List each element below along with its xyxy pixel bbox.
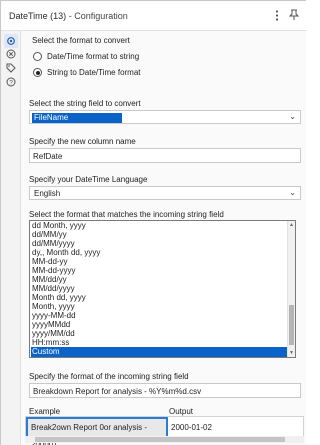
output-value: 2000-01-02 [171, 423, 212, 432]
example-header: Example [29, 407, 61, 416]
new-column-input[interactable]: RefDate [29, 148, 301, 163]
format-list-item-selected[interactable]: Custom [31, 347, 287, 357]
format-listbox[interactable]: dd Month, yyyy dd/MM/yy dd/MM/yyyy dy,, … [29, 220, 296, 358]
scrollbar-thumb[interactable] [289, 305, 294, 345]
scroll-up-arrow-icon[interactable]: ▲ [288, 222, 295, 228]
configuration-panel: Select the format to convert Date/Time f… [21, 31, 306, 445]
string-field-value: FileName [32, 113, 122, 123]
new-column-label: Specify the new column name [29, 137, 136, 146]
title-bar: DateTime (13) - Configuration [1, 1, 307, 31]
language-label: Specify your DateTime Language [29, 175, 148, 184]
settings-gear-icon[interactable] [4, 34, 18, 48]
tag-icon[interactable] [4, 61, 18, 75]
window-title: DateTime (13) - Configuration [9, 11, 128, 21]
radio-button[interactable] [33, 52, 42, 61]
output-header: Output [169, 407, 194, 416]
string-field-label: Select the string field to convert [29, 99, 141, 108]
chevron-down-icon: ⌄ [289, 188, 296, 197]
more-vertical-icon[interactable] [269, 7, 285, 23]
format-list-scrollbar[interactable]: ▲ ▼ [287, 221, 295, 357]
help-icon[interactable]: ? [4, 75, 18, 89]
radio-label: String to Date/Time format [47, 68, 141, 77]
tool-name: DateTime (13) [9, 11, 67, 21]
close-circle-icon[interactable] [4, 47, 18, 61]
window-subtitle: - Configuration [68, 11, 128, 21]
scrollbar-thumb[interactable] [35, 437, 285, 442]
svg-text:?: ? [9, 80, 13, 87]
language-select[interactable]: English ⌄ [29, 186, 301, 200]
custom-format-input[interactable]: Breakdown Report for analysis - %Y%m%d.c… [29, 383, 301, 398]
side-toolbar: ? [1, 31, 21, 445]
custom-format-label: Specify the format of the incoming strin… [29, 372, 189, 381]
custom-format-value: Breakdown Report for analysis - %Y%m%d.c… [33, 387, 202, 396]
radio-button-checked[interactable] [33, 68, 42, 77]
convert-section-label: Select the format to convert [32, 36, 130, 45]
language-value: English [34, 189, 61, 198]
format-list-label: Select the format that matches the incom… [29, 210, 224, 219]
new-column-value: RefDate [33, 152, 63, 161]
string-field-select[interactable]: FileName ⌄ [29, 110, 301, 124]
radio-datetime-to-string[interactable]: Date/Time format to string [33, 52, 139, 61]
chevron-down-icon: ⌄ [289, 112, 296, 121]
example-preview-table: Break2own Report 0or analysis - 200001 2… [25, 416, 304, 445]
example-value: Break2own Report 0or analysis - 200001 [26, 417, 168, 445]
example-horizontal-scrollbar[interactable] [25, 436, 304, 443]
radio-string-to-datetime[interactable]: String to Date/Time format [33, 68, 141, 77]
scroll-down-arrow-icon[interactable]: ▼ [288, 350, 295, 356]
pin-icon[interactable] [286, 7, 302, 23]
configuration-window: DateTime (13) - Configuration ? Select t… [0, 0, 307, 445]
radio-label: Date/Time format to string [47, 52, 140, 61]
